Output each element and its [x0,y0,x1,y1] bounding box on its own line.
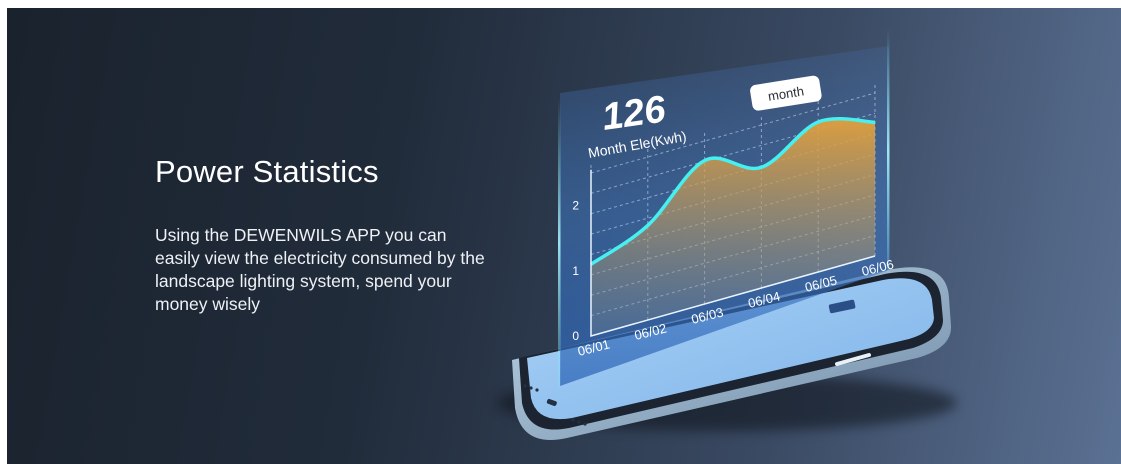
stats-value: 126 [599,88,668,139]
y-axis-label: 2 [572,199,579,213]
phone-illustration: 06/0106/0206/0306/0406/0506/06 012 126 M… [497,28,957,440]
y-axis-label: 1 [572,264,579,278]
hologram-left-beam [558,98,561,388]
banner: Power Statistics Using the DEWENWILS APP… [7,8,1121,464]
hologram-right-beam [887,28,890,273]
y-axis-label: 0 [572,329,579,343]
